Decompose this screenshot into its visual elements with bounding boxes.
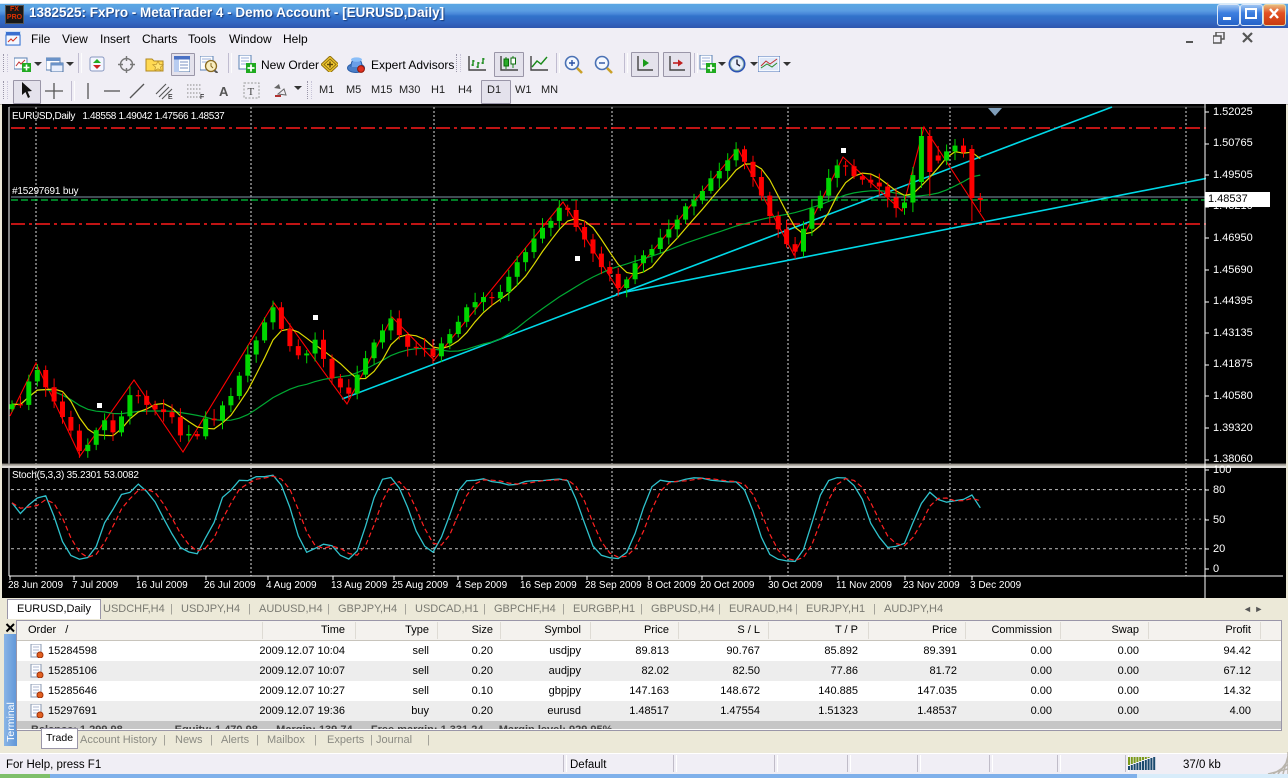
svg-text:T: T <box>248 86 255 98</box>
svg-text:E: E <box>168 94 173 100</box>
svg-text:F: F <box>200 94 204 100</box>
